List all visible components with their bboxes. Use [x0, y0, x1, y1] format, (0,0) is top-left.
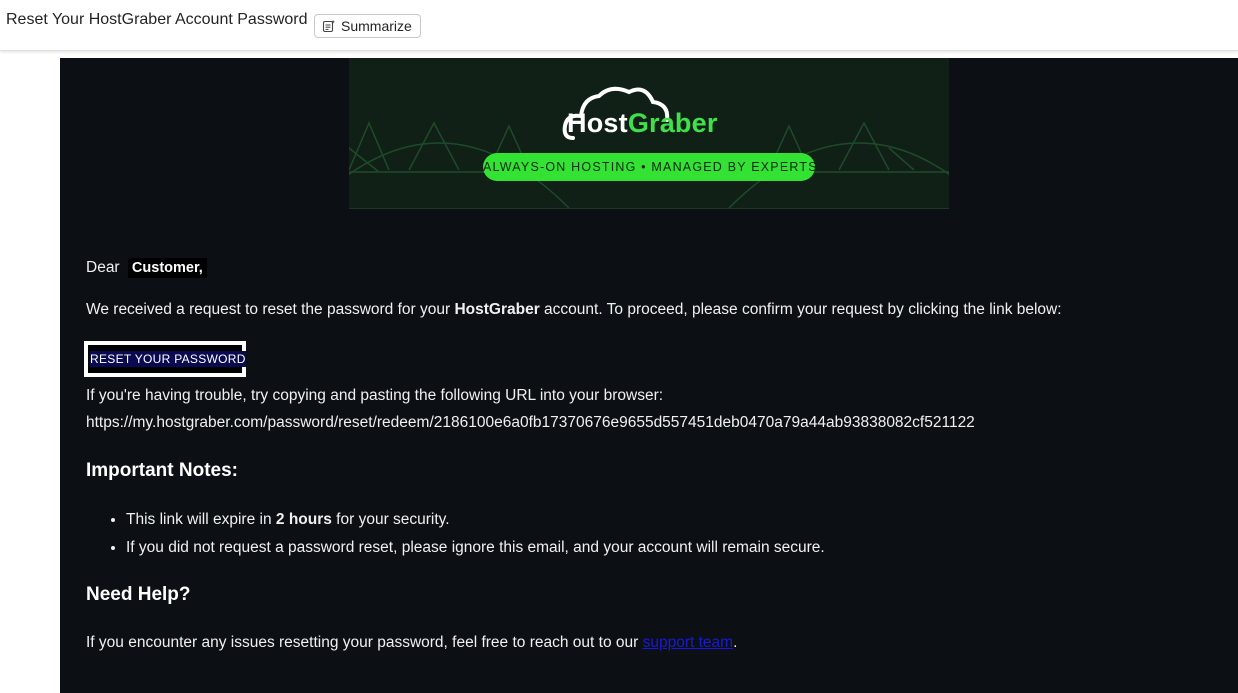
email-header-bar: Reset Your HostGraber Account Password S…	[0, 0, 1238, 51]
tagline-pill: ALWAYS-ON HOSTING • MANAGED BY EXPERTS	[483, 153, 817, 181]
help-paragraph: If you encounter any issues resetting yo…	[86, 634, 737, 652]
reset-url[interactable]: https://my.hostgraber.com/password/reset…	[86, 414, 975, 432]
email-subject: Reset Your HostGraber Account Password	[6, 11, 308, 28]
help-text-after: .	[733, 634, 738, 651]
need-help-heading: Need Help?	[86, 584, 191, 605]
greeting-text: Dear	[86, 259, 120, 276]
note1-bold: 2 hours	[275, 511, 332, 528]
intro-paragraph: We received a request to reset the passw…	[86, 301, 1062, 319]
list-item: If you did not request a password reset,…	[126, 539, 825, 557]
notes-list: This link will expire in 2 hours for you…	[86, 511, 825, 567]
logo-host-text: Host	[567, 108, 628, 138]
email-body: HostGraber ALWAYS-ON HOSTING • MANAGED B…	[60, 58, 1238, 693]
summarize-icon	[322, 19, 336, 33]
help-text-before: If you encounter any issues resetting yo…	[86, 634, 643, 651]
list-item: This link will expire in 2 hours for you…	[126, 511, 825, 529]
reset-password-label: RESET YOUR PASSWORD	[90, 351, 246, 367]
summarize-button[interactable]: Summarize	[314, 14, 421, 38]
summarize-label: Summarize	[341, 18, 412, 34]
greeting-line: Dear Customer,	[86, 258, 207, 278]
note1-after: for your security.	[331, 511, 450, 528]
intro-brand: HostGraber	[454, 301, 540, 318]
note1-before: This link will expire in	[126, 511, 276, 528]
customer-name: Customer,	[127, 258, 207, 278]
reset-password-button[interactable]: RESET YOUR PASSWORD	[84, 341, 246, 377]
important-notes-heading: Important Notes:	[86, 460, 238, 481]
trouble-text: If you're having trouble, try copying an…	[86, 387, 664, 404]
logo-graber-text: Graber	[627, 108, 718, 138]
intro-text-after: account. To proceed, please confirm your…	[539, 301, 1062, 318]
hostgraber-logo: HostGraber	[567, 108, 718, 139]
intro-text-before: We received a request to reset the passw…	[86, 301, 455, 318]
hostgraber-banner: HostGraber ALWAYS-ON HOSTING • MANAGED B…	[349, 58, 949, 209]
support-team-link[interactable]: support team	[643, 634, 733, 651]
